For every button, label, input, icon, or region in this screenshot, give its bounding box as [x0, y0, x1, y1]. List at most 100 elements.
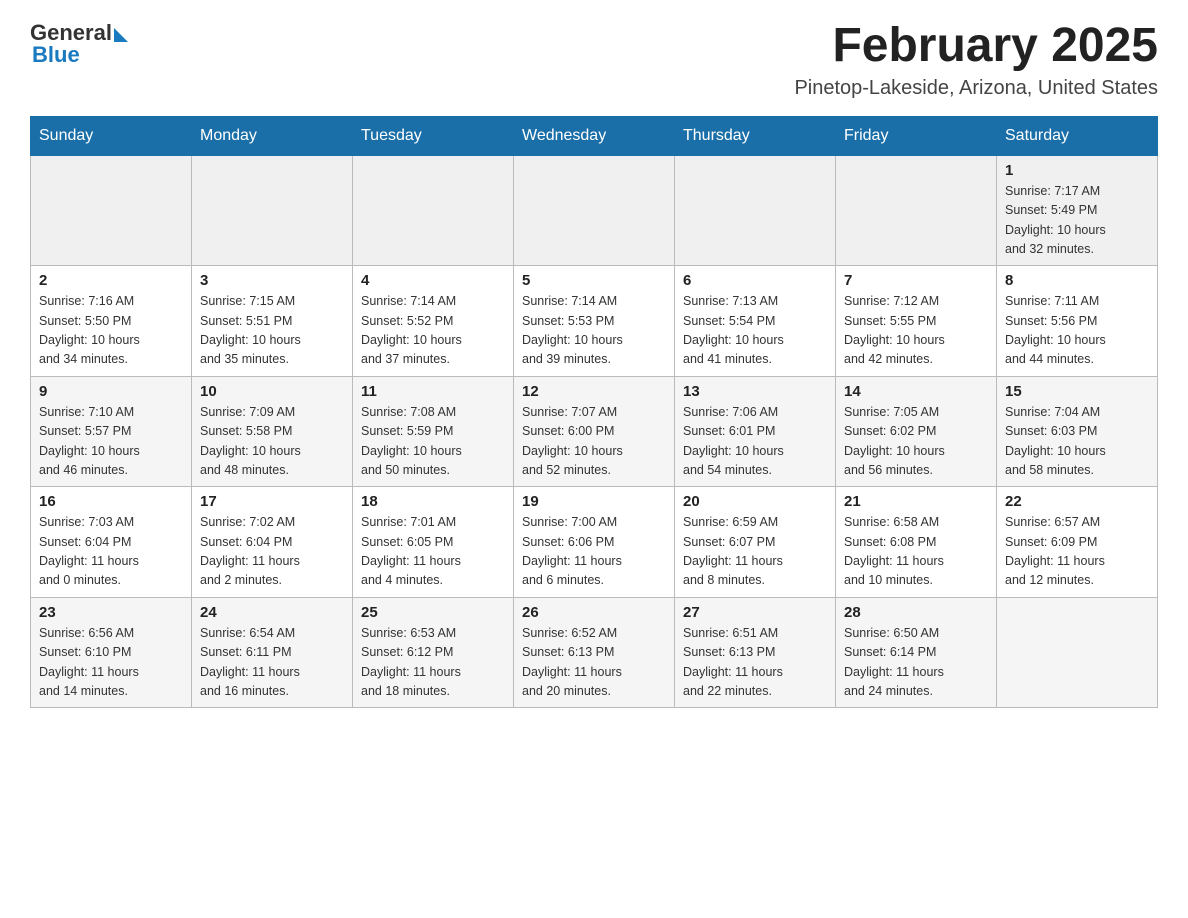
- location-title: Pinetop-Lakeside, Arizona, United States: [794, 77, 1158, 100]
- day-info: Sunrise: 7:14 AM Sunset: 5:52 PM Dayligh…: [361, 292, 505, 370]
- table-cell: 2 Sunrise: 7:16 AM Sunset: 5:50 PM Daylig…: [31, 266, 192, 377]
- day-number: 6: [683, 272, 827, 289]
- day-number: 11: [361, 383, 505, 400]
- col-tuesday: Tuesday: [353, 116, 514, 155]
- day-info: Sunrise: 6:56 AM Sunset: 6:10 PM Dayligh…: [39, 624, 183, 702]
- table-cell: 6 Sunrise: 7:13 AM Sunset: 5:54 PM Daylig…: [675, 266, 836, 377]
- day-info: Sunrise: 7:16 AM Sunset: 5:50 PM Dayligh…: [39, 292, 183, 370]
- day-info: Sunrise: 6:53 AM Sunset: 6:12 PM Dayligh…: [361, 624, 505, 702]
- day-number: 1: [1005, 162, 1149, 179]
- day-info: Sunrise: 7:04 AM Sunset: 6:03 PM Dayligh…: [1005, 403, 1149, 481]
- logo-triangle-icon: [114, 28, 128, 42]
- table-cell: 9 Sunrise: 7:10 AM Sunset: 5:57 PM Daylig…: [31, 376, 192, 487]
- calendar-table: Sunday Monday Tuesday Wednesday Thursday…: [30, 116, 1158, 709]
- logo: General Blue: [30, 20, 128, 68]
- table-cell: 7 Sunrise: 7:12 AM Sunset: 5:55 PM Daylig…: [836, 266, 997, 377]
- table-cell: 22Sunrise: 6:57 AM Sunset: 6:09 PM Dayli…: [997, 487, 1158, 598]
- day-info: Sunrise: 7:02 AM Sunset: 6:04 PM Dayligh…: [200, 513, 344, 591]
- table-cell: [514, 155, 675, 266]
- col-sunday: Sunday: [31, 116, 192, 155]
- day-number: 28: [844, 604, 988, 621]
- day-info: Sunrise: 7:10 AM Sunset: 5:57 PM Dayligh…: [39, 403, 183, 481]
- day-number: 5: [522, 272, 666, 289]
- logo-blue-text: Blue: [32, 42, 80, 68]
- day-info: Sunrise: 7:15 AM Sunset: 5:51 PM Dayligh…: [200, 292, 344, 370]
- day-number: 16: [39, 493, 183, 510]
- table-cell: 21 Sunrise: 6:58 AM Sunset: 6:08 PM Dayli…: [836, 487, 997, 598]
- col-thursday: Thursday: [675, 116, 836, 155]
- table-cell: [192, 155, 353, 266]
- day-info: Sunrise: 7:13 AM Sunset: 5:54 PM Dayligh…: [683, 292, 827, 370]
- table-cell: 18 Sunrise: 7:01 AM Sunset: 6:05 PM Dayli…: [353, 487, 514, 598]
- calendar-week-2: 2 Sunrise: 7:16 AM Sunset: 5:50 PM Daylig…: [31, 266, 1158, 377]
- day-number: 18: [361, 493, 505, 510]
- month-title: February 2025: [794, 20, 1158, 73]
- day-info: Sunrise: 7:03 AM Sunset: 6:04 PM Dayligh…: [39, 513, 183, 591]
- calendar-week-3: 9 Sunrise: 7:10 AM Sunset: 5:57 PM Daylig…: [31, 376, 1158, 487]
- day-number: 24: [200, 604, 344, 621]
- col-friday: Friday: [836, 116, 997, 155]
- calendar-header-row: Sunday Monday Tuesday Wednesday Thursday…: [31, 116, 1158, 155]
- day-info: Sunrise: 7:01 AM Sunset: 6:05 PM Dayligh…: [361, 513, 505, 591]
- table-cell: [836, 155, 997, 266]
- table-cell: 20 Sunrise: 6:59 AM Sunset: 6:07 PM Dayli…: [675, 487, 836, 598]
- day-number: 17: [200, 493, 344, 510]
- day-number: 25: [361, 604, 505, 621]
- calendar-week-1: 1 Sunrise: 7:17 AM Sunset: 5:49 PM Daylig…: [31, 155, 1158, 266]
- table-cell: [675, 155, 836, 266]
- day-number: 12: [522, 383, 666, 400]
- table-cell: 1 Sunrise: 7:17 AM Sunset: 5:49 PM Daylig…: [997, 155, 1158, 266]
- col-saturday: Saturday: [997, 116, 1158, 155]
- day-number: 26: [522, 604, 666, 621]
- table-cell: 17 Sunrise: 7:02 AM Sunset: 6:04 PM Dayli…: [192, 487, 353, 598]
- day-info: Sunrise: 7:00 AM Sunset: 6:06 PM Dayligh…: [522, 513, 666, 591]
- table-cell: 19Sunrise: 7:00 AM Sunset: 6:06 PM Dayli…: [514, 487, 675, 598]
- day-number: 23: [39, 604, 183, 621]
- day-info: Sunrise: 7:07 AM Sunset: 6:00 PM Dayligh…: [522, 403, 666, 481]
- page-header: General Blue February 2025 Pinetop-Lakes…: [30, 20, 1158, 100]
- day-number: 15: [1005, 383, 1149, 400]
- day-number: 4: [361, 272, 505, 289]
- day-number: 10: [200, 383, 344, 400]
- table-cell: 15 Sunrise: 7:04 AM Sunset: 6:03 PM Dayli…: [997, 376, 1158, 487]
- day-info: Sunrise: 6:50 AM Sunset: 6:14 PM Dayligh…: [844, 624, 988, 702]
- day-number: 27: [683, 604, 827, 621]
- day-info: Sunrise: 6:52 AM Sunset: 6:13 PM Dayligh…: [522, 624, 666, 702]
- day-info: Sunrise: 6:59 AM Sunset: 6:07 PM Dayligh…: [683, 513, 827, 591]
- table-cell: 26 Sunrise: 6:52 AM Sunset: 6:13 PM Dayli…: [514, 597, 675, 708]
- day-info: Sunrise: 6:58 AM Sunset: 6:08 PM Dayligh…: [844, 513, 988, 591]
- day-number: 9: [39, 383, 183, 400]
- calendar-week-5: 23 Sunrise: 6:56 AM Sunset: 6:10 PM Dayli…: [31, 597, 1158, 708]
- day-info: Sunrise: 7:05 AM Sunset: 6:02 PM Dayligh…: [844, 403, 988, 481]
- day-number: 21: [844, 493, 988, 510]
- table-cell: 23 Sunrise: 6:56 AM Sunset: 6:10 PM Dayli…: [31, 597, 192, 708]
- table-cell: 24Sunrise: 6:54 AM Sunset: 6:11 PM Dayli…: [192, 597, 353, 708]
- day-number: 13: [683, 383, 827, 400]
- day-info: Sunrise: 7:17 AM Sunset: 5:49 PM Dayligh…: [1005, 182, 1149, 260]
- table-cell: 12 Sunrise: 7:07 AM Sunset: 6:00 PM Dayli…: [514, 376, 675, 487]
- table-cell: 16 Sunrise: 7:03 AM Sunset: 6:04 PM Dayli…: [31, 487, 192, 598]
- day-number: 22: [1005, 493, 1149, 510]
- day-number: 2: [39, 272, 183, 289]
- table-cell: 5 Sunrise: 7:14 AM Sunset: 5:53 PM Daylig…: [514, 266, 675, 377]
- day-info: Sunrise: 7:12 AM Sunset: 5:55 PM Dayligh…: [844, 292, 988, 370]
- table-cell: [31, 155, 192, 266]
- table-cell: 13Sunrise: 7:06 AM Sunset: 6:01 PM Dayli…: [675, 376, 836, 487]
- table-cell: 28 Sunrise: 6:50 AM Sunset: 6:14 PM Dayli…: [836, 597, 997, 708]
- col-wednesday: Wednesday: [514, 116, 675, 155]
- day-number: 8: [1005, 272, 1149, 289]
- table-cell: 27 Sunrise: 6:51 AM Sunset: 6:13 PM Dayli…: [675, 597, 836, 708]
- calendar-week-4: 16 Sunrise: 7:03 AM Sunset: 6:04 PM Dayli…: [31, 487, 1158, 598]
- table-cell: 4 Sunrise: 7:14 AM Sunset: 5:52 PM Daylig…: [353, 266, 514, 377]
- day-number: 20: [683, 493, 827, 510]
- day-info: Sunrise: 7:09 AM Sunset: 5:58 PM Dayligh…: [200, 403, 344, 481]
- table-cell: 11Sunrise: 7:08 AM Sunset: 5:59 PM Dayli…: [353, 376, 514, 487]
- day-number: 7: [844, 272, 988, 289]
- day-number: 3: [200, 272, 344, 289]
- day-info: Sunrise: 6:51 AM Sunset: 6:13 PM Dayligh…: [683, 624, 827, 702]
- table-cell: 3 Sunrise: 7:15 AM Sunset: 5:51 PM Daylig…: [192, 266, 353, 377]
- table-cell: [997, 597, 1158, 708]
- day-info: Sunrise: 7:14 AM Sunset: 5:53 PM Dayligh…: [522, 292, 666, 370]
- day-number: 14: [844, 383, 988, 400]
- title-area: February 2025 Pinetop-Lakeside, Arizona,…: [794, 20, 1158, 100]
